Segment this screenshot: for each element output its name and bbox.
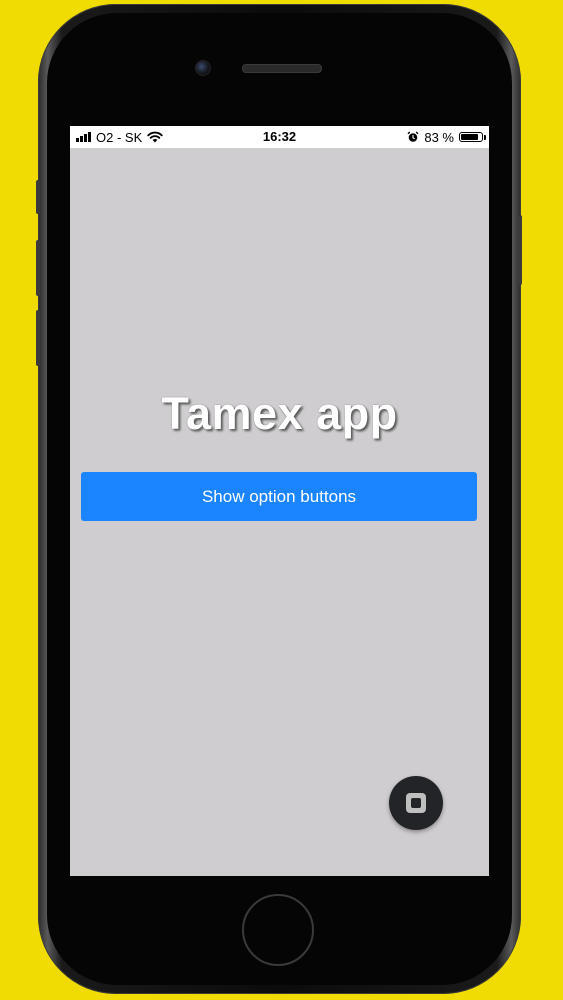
stop-square-icon	[406, 793, 426, 813]
earpiece-speaker	[242, 64, 322, 73]
alarm-clock-icon	[407, 131, 419, 142]
front-camera	[195, 60, 211, 76]
battery-icon	[459, 132, 486, 142]
mute-switch	[36, 180, 40, 214]
battery-percent-label: 83 %	[424, 129, 454, 145]
battery-tip	[484, 135, 486, 140]
status-bar: O2 - SK 16:32 83 %	[70, 126, 489, 148]
volume-down-button	[36, 310, 40, 366]
power-button	[518, 215, 522, 285]
stop-square-icon-inner	[411, 798, 421, 808]
status-bar-right: 83 %	[407, 126, 486, 148]
app-screen: O2 - SK 16:32 83 % Tamex app Show option…	[70, 126, 489, 876]
device-stage: O2 - SK 16:32 83 % Tamex app Show option…	[0, 0, 563, 1000]
home-button[interactable]	[242, 894, 314, 966]
volume-up-button	[36, 240, 40, 296]
floating-action-button[interactable]	[389, 776, 443, 830]
app-title: Tamex app	[161, 388, 398, 439]
battery-fill	[461, 134, 478, 140]
show-option-buttons-button[interactable]: Show option buttons	[81, 472, 477, 521]
